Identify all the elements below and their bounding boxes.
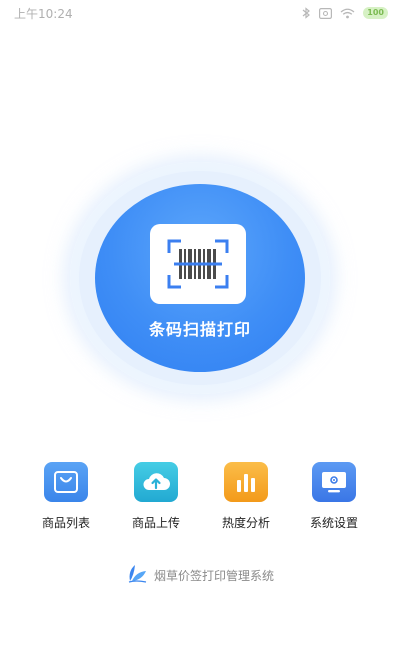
status-bar: 上午10:24 100 [0,0,400,26]
main-menu: 商品列表 商品上传 热度分析 系统设置 [0,462,400,532]
menu-label: 热度分析 [221,516,270,530]
status-time: 上午10:24 [14,6,73,21]
footer-title: 烟草价签打印管理系统 [153,568,274,583]
barcode-scan-icon[interactable] [150,224,246,304]
battery-level: 100 [367,8,384,17]
shopping-bag-icon [44,462,88,502]
menu-item-product-list[interactable]: 商品列表 [28,462,104,532]
footer-brand: 烟草价签打印管理系统 [0,564,400,586]
menu-label: 商品列表 [41,516,90,530]
battery-icon: 100 [363,7,388,19]
bar-chart-icon [224,462,268,502]
menu-label: 商品上传 [131,516,180,530]
scan-print-label: 条码扫描打印 [148,320,251,339]
wifi-icon [340,8,355,19]
alarm-icon [319,7,333,19]
menu-item-product-upload[interactable]: 商品上传 [118,462,194,532]
cloud-upload-icon [134,462,178,502]
menu-item-heat-analysis[interactable]: 热度分析 [208,462,284,532]
settings-monitor-icon [312,462,356,502]
bluetooth-icon [302,7,311,19]
menu-label: 系统设置 [309,516,358,530]
menu-item-system-settings[interactable]: 系统设置 [296,462,372,532]
status-icons: 100 [302,7,388,19]
leaf-logo-icon [126,563,148,587]
